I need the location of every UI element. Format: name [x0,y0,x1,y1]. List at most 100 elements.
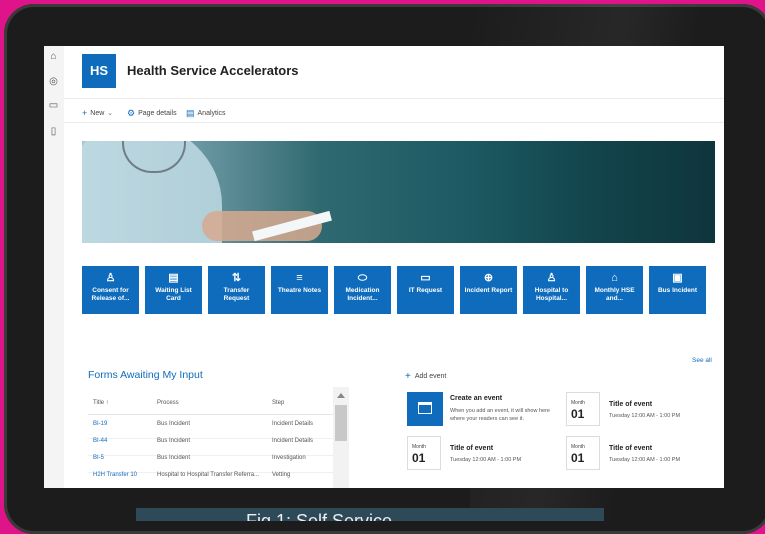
create-event-title[interactable]: Create an event [450,395,502,402]
bus-icon: ▣ [672,272,683,284]
tile-label: Consent for Release of... [91,287,130,302]
row-process: Bus Incident [157,438,191,444]
tile-hospital-transfer[interactable]: ♙ Hospital to Hospital... [523,266,580,314]
event-title[interactable]: Title of event [609,401,652,408]
add-event-label: Add event [414,373,447,380]
row-title[interactable]: BI-5 [93,455,104,461]
person-icon: ♙ [105,272,116,284]
tile-label: Hospital to Hospital... [534,287,569,302]
tile-label: Incident Report [464,287,513,294]
new-button[interactable]: + New ⌄ [82,108,113,118]
tile-it-request[interactable]: ▭ IT Request [397,266,454,314]
row-step: Investigation [272,455,306,461]
analytics-button[interactable]: ▤ Analytics [186,108,226,119]
tile-monthly-hse[interactable]: ⌂ Monthly HSE and... [586,266,643,314]
page-details-label: Page details [138,110,177,117]
event-day: 01 [571,451,585,465]
tile-label: Medication Incident... [345,287,380,302]
home-icon[interactable]: ⌂ [48,51,59,62]
command-bar: + New ⌄ ⚙ Page details ▤ Analytics [64,102,724,123]
scroll-up-icon[interactable] [337,393,345,398]
event-time: Tuesday 12:00 AM - 1:00 PM [609,457,681,463]
analytics-icon: ▤ [186,108,195,118]
pill-icon: ⬭ [357,272,368,284]
event-title[interactable]: Title of event [609,445,652,452]
tile-incident-report[interactable]: ⊕ Incident Report [460,266,517,314]
row-step: Incident Details [272,438,314,444]
tile-waiting-list[interactable]: ▤ Waiting List Card [145,266,202,314]
chevron-down-icon: ⌄ [107,110,114,117]
event-time: Tuesday 12:00 AM - 1:00 PM [450,457,522,463]
row-step: Vetting [272,472,291,478]
sharepoint-page: HS Health Service Accelerators + New ⌄ ⚙… [64,46,724,488]
header-title[interactable]: Title ↑ [93,400,109,406]
site-title[interactable]: Health Service Accelerators [127,63,299,78]
row-title[interactable]: BI-19 [93,421,107,427]
tile-label: Transfer Request [223,287,250,302]
event-date: Month 01 [566,392,600,426]
calendar-icon [418,402,432,414]
sort-arrows-icon: ⇅ [231,272,242,284]
header-process[interactable]: Process [157,400,179,406]
home-icon: ⌂ [611,272,618,284]
event-month: Month [571,444,585,450]
table-row[interactable]: H2H Transfer 10 Hospital to Hospital Tra… [88,472,333,488]
row-process: Bus Incident [157,455,191,461]
row-title[interactable]: H2H Transfer 10 [93,472,137,478]
plus-icon: + [405,371,411,382]
page-details-button[interactable]: ⚙ Page details [127,108,177,119]
plus-icon: + [82,108,88,118]
hero-image [82,141,715,243]
row-title[interactable]: BI-44 [93,438,107,444]
left-rail: ⌂ ◎ ▭ ▯ [44,46,65,488]
add-event-button[interactable]: + Add event [405,371,446,382]
document-icon: ▤ [168,272,179,284]
see-all-link[interactable]: See all [692,357,712,364]
create-event-desc: When you add an event, it will show here… [450,408,550,422]
tile-label: Monthly HSE and... [594,287,635,302]
forms-table: Title ↑ Process Step BI-19 Bus Incident … [88,387,350,488]
tile-bus-incident[interactable]: ▣ Bus Incident [649,266,706,314]
table-row[interactable]: BI-5 Bus Incident Investigation [88,455,333,473]
row-process: Hospital to Hospital Transfer Referra... [157,472,260,478]
table-row[interactable]: BI-19 Bus Incident Incident Details [88,421,333,439]
event-month: Month [571,400,585,406]
analytics-label: Analytics [197,110,226,117]
gear-icon: ⚙ [127,108,136,118]
globe-icon[interactable]: ◎ [48,76,59,87]
scroll-thumb[interactable] [335,405,347,441]
header-step[interactable]: Step [272,400,284,406]
notes-icon: ≡ [296,272,303,284]
event-date: Month 01 [407,436,441,470]
tile-label: Theatre Notes [277,287,322,294]
tile-theatre-notes[interactable]: ≡ Theatre Notes [271,266,328,314]
row-process: Bus Incident [157,421,191,427]
event-date: Month 01 [566,436,600,470]
globe-icon: ⊕ [483,272,494,284]
forms-title: Forms Awaiting My Input [88,369,203,381]
table-row[interactable]: BI-44 Bus Incident Incident Details [88,438,333,456]
tile-label: Waiting List Card [155,287,192,302]
event-day: 01 [412,451,426,465]
tile-medication[interactable]: ⬭ Medication Incident... [334,266,391,314]
quick-links: ♙ Consent for Release of... ▤ Waiting Li… [82,266,722,316]
person-icon: ♙ [546,272,557,284]
event-time: Tuesday 12:00 AM - 1:00 PM [609,413,681,419]
figure-caption: Fig 1: Self Service [136,508,604,521]
keyboard-icon: ▭ [420,272,431,284]
site-header: HS Health Service Accelerators [64,46,724,99]
event-month: Month [412,444,426,450]
create-event-card[interactable] [407,392,443,426]
new-label: New [90,109,105,117]
document-icon[interactable]: ▯ [48,126,59,137]
site-logo[interactable]: HS [82,54,116,88]
news-icon[interactable]: ▭ [48,100,59,111]
table-scrollbar[interactable] [333,387,349,488]
event-title[interactable]: Title of event [450,445,493,452]
tile-label: IT Request [408,287,443,294]
tile-transfer[interactable]: ⇅ Transfer Request [208,266,265,314]
table-header: Title ↑ Process Step [88,400,333,415]
event-day: 01 [571,407,585,421]
tile-consent[interactable]: ♙ Consent for Release of... [82,266,139,314]
tile-label: Bus Incident [657,287,697,294]
